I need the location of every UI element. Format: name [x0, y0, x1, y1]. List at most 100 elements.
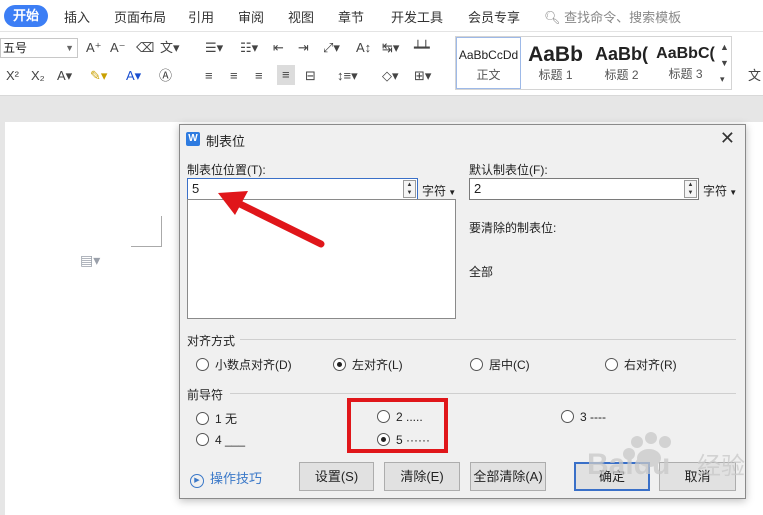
highlight-icon[interactable]: ✎▾: [90, 68, 107, 84]
numbered-list-icon[interactable]: ☷▾: [240, 40, 258, 56]
align-left-icon[interactable]: ≡: [205, 68, 213, 84]
ribbon-toolbar: 五号 ▼ A⁺ A⁻ ⌫ 文▾ X² X₂ A▾ ✎▾ A▾ Ⓐ ☰▾ ☷▾ ⇤…: [0, 32, 763, 96]
radio-label: 3 ----: [580, 410, 606, 424]
annotation-highlight-box: [347, 398, 448, 453]
radio-circle: [561, 410, 574, 423]
radio-label: 右对齐(R): [624, 358, 677, 372]
align-right-radio[interactable]: 右对齐(R): [605, 356, 677, 373]
tab-ruler-icon[interactable]: ┷┷: [414, 40, 430, 56]
style-heading-1[interactable]: AaBb 标题 1: [523, 37, 588, 89]
close-icon[interactable]: ✕: [720, 128, 735, 149]
radio-circle: [470, 358, 483, 371]
gallery-down-icon[interactable]: ▼: [720, 55, 729, 71]
shading-icon[interactable]: ◇▾: [382, 68, 399, 84]
leader-group-title: 前导符: [187, 388, 224, 402]
default-tab-unit-select[interactable]: 字符 ▼: [703, 182, 737, 199]
distributed-icon[interactable]: ⊟: [305, 68, 316, 84]
spin-up-icon[interactable]: ▲: [685, 181, 696, 189]
spin-down-icon[interactable]: ▼: [404, 189, 415, 197]
default-tab-value: 2: [474, 181, 482, 196]
leader-none-radio[interactable]: 1 无: [196, 410, 237, 427]
align-left-radio[interactable]: 左对齐(L): [333, 356, 403, 373]
gallery-up-icon[interactable]: ▲: [720, 39, 729, 55]
text-effect-icon[interactable]: A▾: [57, 68, 72, 84]
style-name: 标题 2: [604, 68, 639, 82]
clear-tabs-value: 全部: [469, 265, 494, 279]
clear-format-icon[interactable]: ⌫: [136, 40, 154, 56]
default-tab-unit: 字符: [703, 184, 728, 198]
font-size-select[interactable]: 五号 ▼: [0, 38, 78, 58]
align-center-radio[interactable]: 居中(C): [470, 356, 530, 373]
tab-position-spinner[interactable]: ▲ ▼: [403, 180, 416, 198]
clear-tabs-label: 要清除的制表位:: [469, 221, 557, 235]
bullet-list-icon[interactable]: ☰▾: [205, 40, 223, 56]
borders-icon[interactable]: ⊞▾: [414, 68, 431, 84]
default-tab-spinner[interactable]: ▲ ▼: [684, 180, 697, 198]
gallery-more-icon[interactable]: ▾: [720, 71, 725, 87]
style-heading-2[interactable]: AaBb( 标题 2: [589, 37, 654, 89]
tab-review[interactable]: 审阅: [238, 7, 264, 26]
style-sample: AaBb: [528, 43, 583, 66]
alignment-group-title: 对齐方式: [187, 334, 236, 348]
radio-circle: [333, 358, 346, 371]
style-heading-3[interactable]: AaBbC( 标题 3: [653, 37, 718, 89]
style-sample: AaBbC(: [656, 45, 715, 62]
align-right-icon[interactable]: ≡: [255, 68, 263, 84]
search-icon: 🔍︎: [544, 10, 561, 25]
tab-page-layout[interactable]: 页面布局: [114, 7, 166, 26]
shrink-font-icon[interactable]: A⁻: [110, 40, 126, 56]
spin-up-icon[interactable]: ▲: [404, 181, 415, 189]
line-spacing-icon[interactable]: ↕≡▾: [337, 68, 358, 84]
leader-divider: [230, 393, 736, 394]
tab-home[interactable]: 开始: [4, 5, 48, 27]
leader-underline-radio[interactable]: 4 ___: [196, 433, 245, 447]
align-decimal-radio[interactable]: 小数点对齐(D): [196, 356, 292, 373]
style-name: 标题 3: [668, 67, 703, 81]
leader-dashes-radio[interactable]: 3 ----: [561, 410, 606, 424]
style-sample: AaBbCcDd: [458, 48, 519, 62]
baidu-watermark: Baidu 经验: [587, 432, 745, 481]
justify-icon[interactable]: ≡: [277, 65, 295, 85]
tab-references[interactable]: 引用: [188, 7, 214, 26]
spin-down-icon[interactable]: ▼: [685, 189, 696, 197]
set-button[interactable]: 设置(S): [299, 462, 374, 491]
text-direction-icon[interactable]: A↕: [356, 40, 371, 56]
tab-developer[interactable]: 开发工具: [391, 7, 443, 26]
grow-font-icon[interactable]: A⁺: [86, 40, 102, 56]
paste-options-icon[interactable]: ▤▾: [80, 252, 100, 269]
styles-gallery: AaBbCcDd 正文 AaBb 标题 1 AaBb( 标题 2 AaBbC( …: [455, 36, 732, 90]
margin-corner-mark: [131, 216, 162, 247]
default-tab-input[interactable]: 2 ▲ ▼: [469, 178, 699, 200]
command-search[interactable]: 🔍︎ 查找命令、搜索模板: [544, 7, 681, 26]
tab-view[interactable]: 视图: [288, 7, 314, 26]
subscript-icon[interactable]: X₂: [31, 68, 45, 84]
clear-all-button[interactable]: 全部清除(A): [470, 462, 546, 491]
clear-button[interactable]: 清除(E): [384, 462, 460, 491]
default-tab-label: 默认制表位(F):: [469, 163, 548, 177]
tips-link[interactable]: ▶ 操作技巧: [190, 468, 262, 488]
dialog-titlebar[interactable]: W 制表位 ✕: [180, 125, 745, 153]
style-normal[interactable]: AaBbCcDd 正文: [456, 37, 521, 89]
superscript-icon[interactable]: X²: [6, 68, 19, 84]
radio-circle: [196, 433, 209, 446]
char-border-icon[interactable]: Ⓐ: [159, 68, 172, 84]
sort-icon[interactable]: ↹▾: [382, 40, 399, 56]
tab-position-unit-select[interactable]: 字符 ▼: [422, 182, 456, 199]
radio-circle: [196, 358, 209, 371]
ribbon-cut-label[interactable]: 文: [748, 68, 761, 84]
style-name: 标题 1: [538, 68, 573, 82]
chinese-layout-icon[interactable]: ⤢▾: [323, 40, 340, 56]
font-color-icon[interactable]: A▾: [126, 68, 141, 84]
tab-chapter[interactable]: 章节: [338, 7, 364, 26]
tab-position-input[interactable]: 5 ▲ ▼: [187, 178, 418, 200]
radio-circle: [605, 358, 618, 371]
decrease-indent-icon[interactable]: ⇤: [273, 40, 284, 56]
align-center-icon[interactable]: ≡: [230, 68, 238, 84]
radio-label: 居中(C): [489, 358, 530, 372]
style-sample: AaBb(: [595, 44, 648, 64]
phonetic-guide-icon[interactable]: 文▾: [160, 40, 180, 56]
tab-insert[interactable]: 插入: [64, 7, 90, 26]
increase-indent-icon[interactable]: ⇥: [298, 40, 309, 56]
tab-positions-list[interactable]: [187, 199, 456, 319]
tab-member[interactable]: 会员专享: [468, 7, 520, 26]
